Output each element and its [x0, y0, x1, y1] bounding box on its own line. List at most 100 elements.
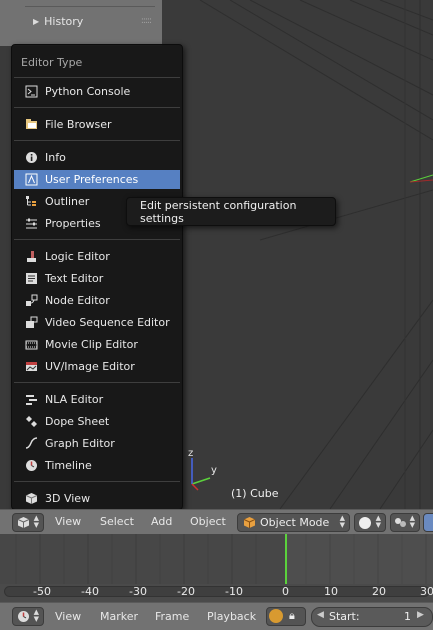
toolshelf: ▶ History ::::: [0, 0, 162, 46]
mode-selector[interactable]: Object Mode ▲ ▼ [237, 513, 350, 532]
menu-marker[interactable]: Marker [100, 610, 138, 623]
node-editor-icon [25, 294, 38, 307]
menu-item-label: Video Sequence Editor [45, 316, 170, 329]
menu-item-python-console[interactable]: Python Console [14, 82, 180, 101]
menu-item-timeline[interactable]: Timeline [14, 456, 180, 475]
updown-arrows-icon: ▲ ▼ [409, 514, 415, 529]
object-mode-icon [243, 516, 256, 532]
tick-label: -40 [81, 585, 99, 598]
timeline-area[interactable]: -50 -40 -30 -20 -10 0 10 20 30 [0, 534, 433, 602]
view3d-header: ▲ ▼ View Select Add Object Object Mode ▲ ▼… [0, 509, 433, 534]
menu-separator [14, 382, 180, 383]
updown-arrows-icon: ▲ ▼ [375, 514, 381, 529]
menu-item-label: 3D View [45, 492, 91, 505]
timeline-scrollbar[interactable] [4, 586, 430, 597]
tick-label: -50 [33, 585, 51, 598]
menu-item-movie-clip-editor[interactable]: Movie Clip Editor [14, 335, 180, 354]
menu-item-label: UV/Image Editor [45, 360, 135, 373]
tick-label: -30 [129, 585, 147, 598]
editor-type-button[interactable]: ▲ ▼ [12, 513, 44, 532]
tick-label: 10 [324, 585, 338, 598]
menu-item-user-preferences[interactable]: User Preferences [14, 170, 180, 189]
keying-toggles[interactable]: 🔒︎ [266, 607, 306, 626]
view3d-icon [17, 516, 30, 532]
menu-separator [14, 77, 180, 78]
menu-item-label: File Browser [45, 118, 112, 131]
lock-icon[interactable]: 🔒︎ [289, 609, 295, 623]
menu-item-label: Graph Editor [45, 437, 115, 450]
menu-item-text-editor[interactable]: Text Editor [14, 269, 180, 288]
menu-item-dope-sheet[interactable]: Dope Sheet [14, 412, 180, 431]
menu-item-3d-view[interactable]: 3D View [14, 489, 180, 508]
menu-select[interactable]: Select [100, 515, 134, 528]
start-label: Start: [329, 610, 360, 623]
history-panel-header[interactable]: ▶ History ::::: [25, 8, 155, 34]
record-icon[interactable] [269, 609, 283, 623]
menu-separator [14, 481, 180, 482]
dope-sheet-icon [25, 415, 38, 428]
object-label: (1) Cube [231, 487, 279, 500]
axis-y-label: y [211, 465, 217, 476]
editor-type-button[interactable]: ▲ ▼ [12, 607, 44, 626]
start-value: 1 [404, 610, 411, 623]
menu-item-graph-editor[interactable]: Graph Editor [14, 434, 180, 453]
menu-view[interactable]: View [55, 610, 81, 623]
shading-selector[interactable]: ▲ ▼ [354, 513, 386, 532]
tick-label: 30 [420, 585, 433, 598]
tick-label: 20 [372, 585, 386, 598]
view3d-icon [25, 492, 38, 505]
timeline-icon [17, 610, 30, 626]
mode-label: Object Mode [260, 516, 330, 529]
python-console-icon [25, 85, 38, 98]
menu-item-label: Info [45, 151, 66, 164]
updown-arrows-icon: ▲ ▼ [33, 608, 39, 623]
toolshelf-divider [25, 6, 155, 7]
grip-icon[interactable]: ::::: [141, 16, 152, 26]
menu-separator [14, 140, 180, 141]
menu-item-label: Timeline [45, 459, 92, 472]
file-browser-icon [25, 118, 38, 131]
menu-item-label: Python Console [45, 85, 131, 98]
manipulator-toggle[interactable] [423, 513, 433, 532]
menu-add[interactable]: Add [151, 515, 172, 528]
menu-item-label: Logic Editor [45, 250, 110, 263]
increment-icon[interactable]: ▶ [417, 610, 424, 620]
editor-type-menu: Editor Type Python Console File Browser … [11, 44, 183, 510]
menu-item-file-browser[interactable]: File Browser [14, 115, 180, 134]
menu-item-label: Node Editor [45, 294, 110, 307]
decrement-icon[interactable]: ◀ [317, 610, 324, 620]
pivot-icon [394, 516, 407, 532]
timeline-icon [25, 459, 38, 472]
nla-icon [25, 393, 38, 406]
menu-item-logic-editor[interactable]: Logic Editor [14, 247, 180, 266]
menu-item-label: User Preferences [45, 173, 139, 186]
start-frame-field[interactable]: ◀ Start: 1 ▶ [311, 607, 433, 627]
menu-item-nla-editor[interactable]: NLA Editor [14, 390, 180, 409]
menu-item-label: NLA Editor [45, 393, 104, 406]
tick-label: -20 [177, 585, 195, 598]
menu-item-label: Properties [45, 217, 101, 230]
tooltip: Edit persistent configuration settings [126, 197, 336, 226]
timeline-grid [0, 534, 433, 584]
outliner-icon [25, 195, 38, 208]
text-editor-icon [25, 272, 38, 285]
logic-editor-icon [25, 250, 38, 263]
menu-playback[interactable]: Playback [207, 610, 256, 623]
tick-label: 0 [282, 585, 289, 598]
menu-item-label: Text Editor [45, 272, 104, 285]
pivot-selector[interactable]: ▲ ▼ [390, 513, 420, 532]
menu-frame[interactable]: Frame [155, 610, 189, 623]
menu-item-label: Movie Clip Editor [45, 338, 138, 351]
menu-item-uv-image-editor[interactable]: UV/Image Editor [14, 357, 180, 376]
menu-view[interactable]: View [55, 515, 81, 528]
menu-item-label: Dope Sheet [45, 415, 110, 428]
menu-object[interactable]: Object [190, 515, 226, 528]
menu-item-info[interactable]: Info [14, 148, 180, 167]
history-label: History [44, 14, 84, 28]
image-editor-icon [25, 360, 38, 373]
solid-shading-icon [359, 517, 371, 529]
menu-item-node-editor[interactable]: Node Editor [14, 291, 180, 310]
graph-editor-icon [25, 437, 38, 450]
menu-separator [14, 239, 180, 240]
menu-item-video-sequence-editor[interactable]: Video Sequence Editor [14, 313, 180, 332]
